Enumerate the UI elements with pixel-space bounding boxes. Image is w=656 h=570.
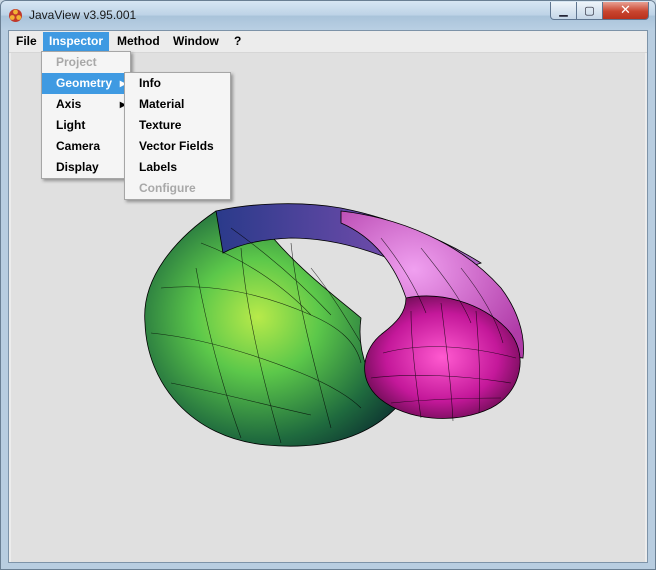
geometry-item-info-label: Info: [139, 76, 161, 90]
geometry-submenu: Info Material Texture Vector Fields Labe…: [124, 72, 231, 200]
title-bar[interactable]: JavaView v3.95.001 ▁ ▢ ✕: [1, 1, 655, 30]
menu-inspector[interactable]: Inspector: [43, 32, 110, 51]
maximize-icon: ▢: [584, 4, 595, 17]
inspector-item-light-label: Light: [56, 118, 86, 132]
maximize-button[interactable]: ▢: [577, 2, 603, 20]
geometry-item-configure: Configure: [125, 178, 230, 199]
inspector-item-project: Project: [42, 52, 130, 73]
inspector-item-project-label: Project: [56, 55, 97, 69]
close-icon: ✕: [620, 3, 631, 18]
geometry-item-configure-label: Configure: [139, 181, 196, 195]
menu-bar: File Inspector Method Window ?: [9, 31, 647, 53]
inspector-item-geometry-label: Geometry: [56, 76, 113, 90]
geometry-item-material-label: Material: [139, 97, 185, 111]
inspector-item-camera[interactable]: Camera: [42, 136, 130, 157]
geometry-item-texture-label: Texture: [139, 118, 182, 132]
javaview-app-icon: [9, 9, 22, 22]
geometry-item-material[interactable]: Material: [125, 94, 230, 115]
menu-help[interactable]: ?: [228, 32, 247, 51]
window-controls: ▁ ▢ ✕: [550, 2, 649, 21]
window-title: JavaView v3.95.001: [29, 8, 137, 22]
menu-window[interactable]: Window: [167, 32, 225, 51]
minimize-icon: ▁: [559, 4, 568, 17]
inspector-item-axis-label: Axis: [56, 97, 82, 111]
geometry-item-vector-fields-label: Vector Fields: [139, 139, 214, 153]
inspector-item-geometry[interactable]: Geometry ▶: [42, 73, 130, 94]
geometry-item-vector-fields[interactable]: Vector Fields: [125, 136, 230, 157]
menu-method[interactable]: Method: [111, 32, 166, 51]
close-button[interactable]: ✕: [603, 2, 649, 20]
geometry-item-info[interactable]: Info: [125, 73, 230, 94]
inspector-item-display[interactable]: Display: [42, 157, 130, 178]
menu-file[interactable]: File: [10, 32, 43, 51]
geometry-item-labels-label: Labels: [139, 160, 178, 174]
minimize-button[interactable]: ▁: [550, 2, 577, 20]
inspector-item-light[interactable]: Light: [42, 115, 130, 136]
inspector-item-display-label: Display: [56, 160, 99, 174]
inspector-item-axis[interactable]: Axis ▶: [42, 94, 130, 115]
inspector-menu: Project Geometry ▶ Axis ▶ Light Camera D…: [41, 51, 131, 179]
geometry-item-texture[interactable]: Texture: [125, 115, 230, 136]
inspector-item-camera-label: Camera: [56, 139, 101, 153]
geometry-item-labels[interactable]: Labels: [125, 157, 230, 178]
